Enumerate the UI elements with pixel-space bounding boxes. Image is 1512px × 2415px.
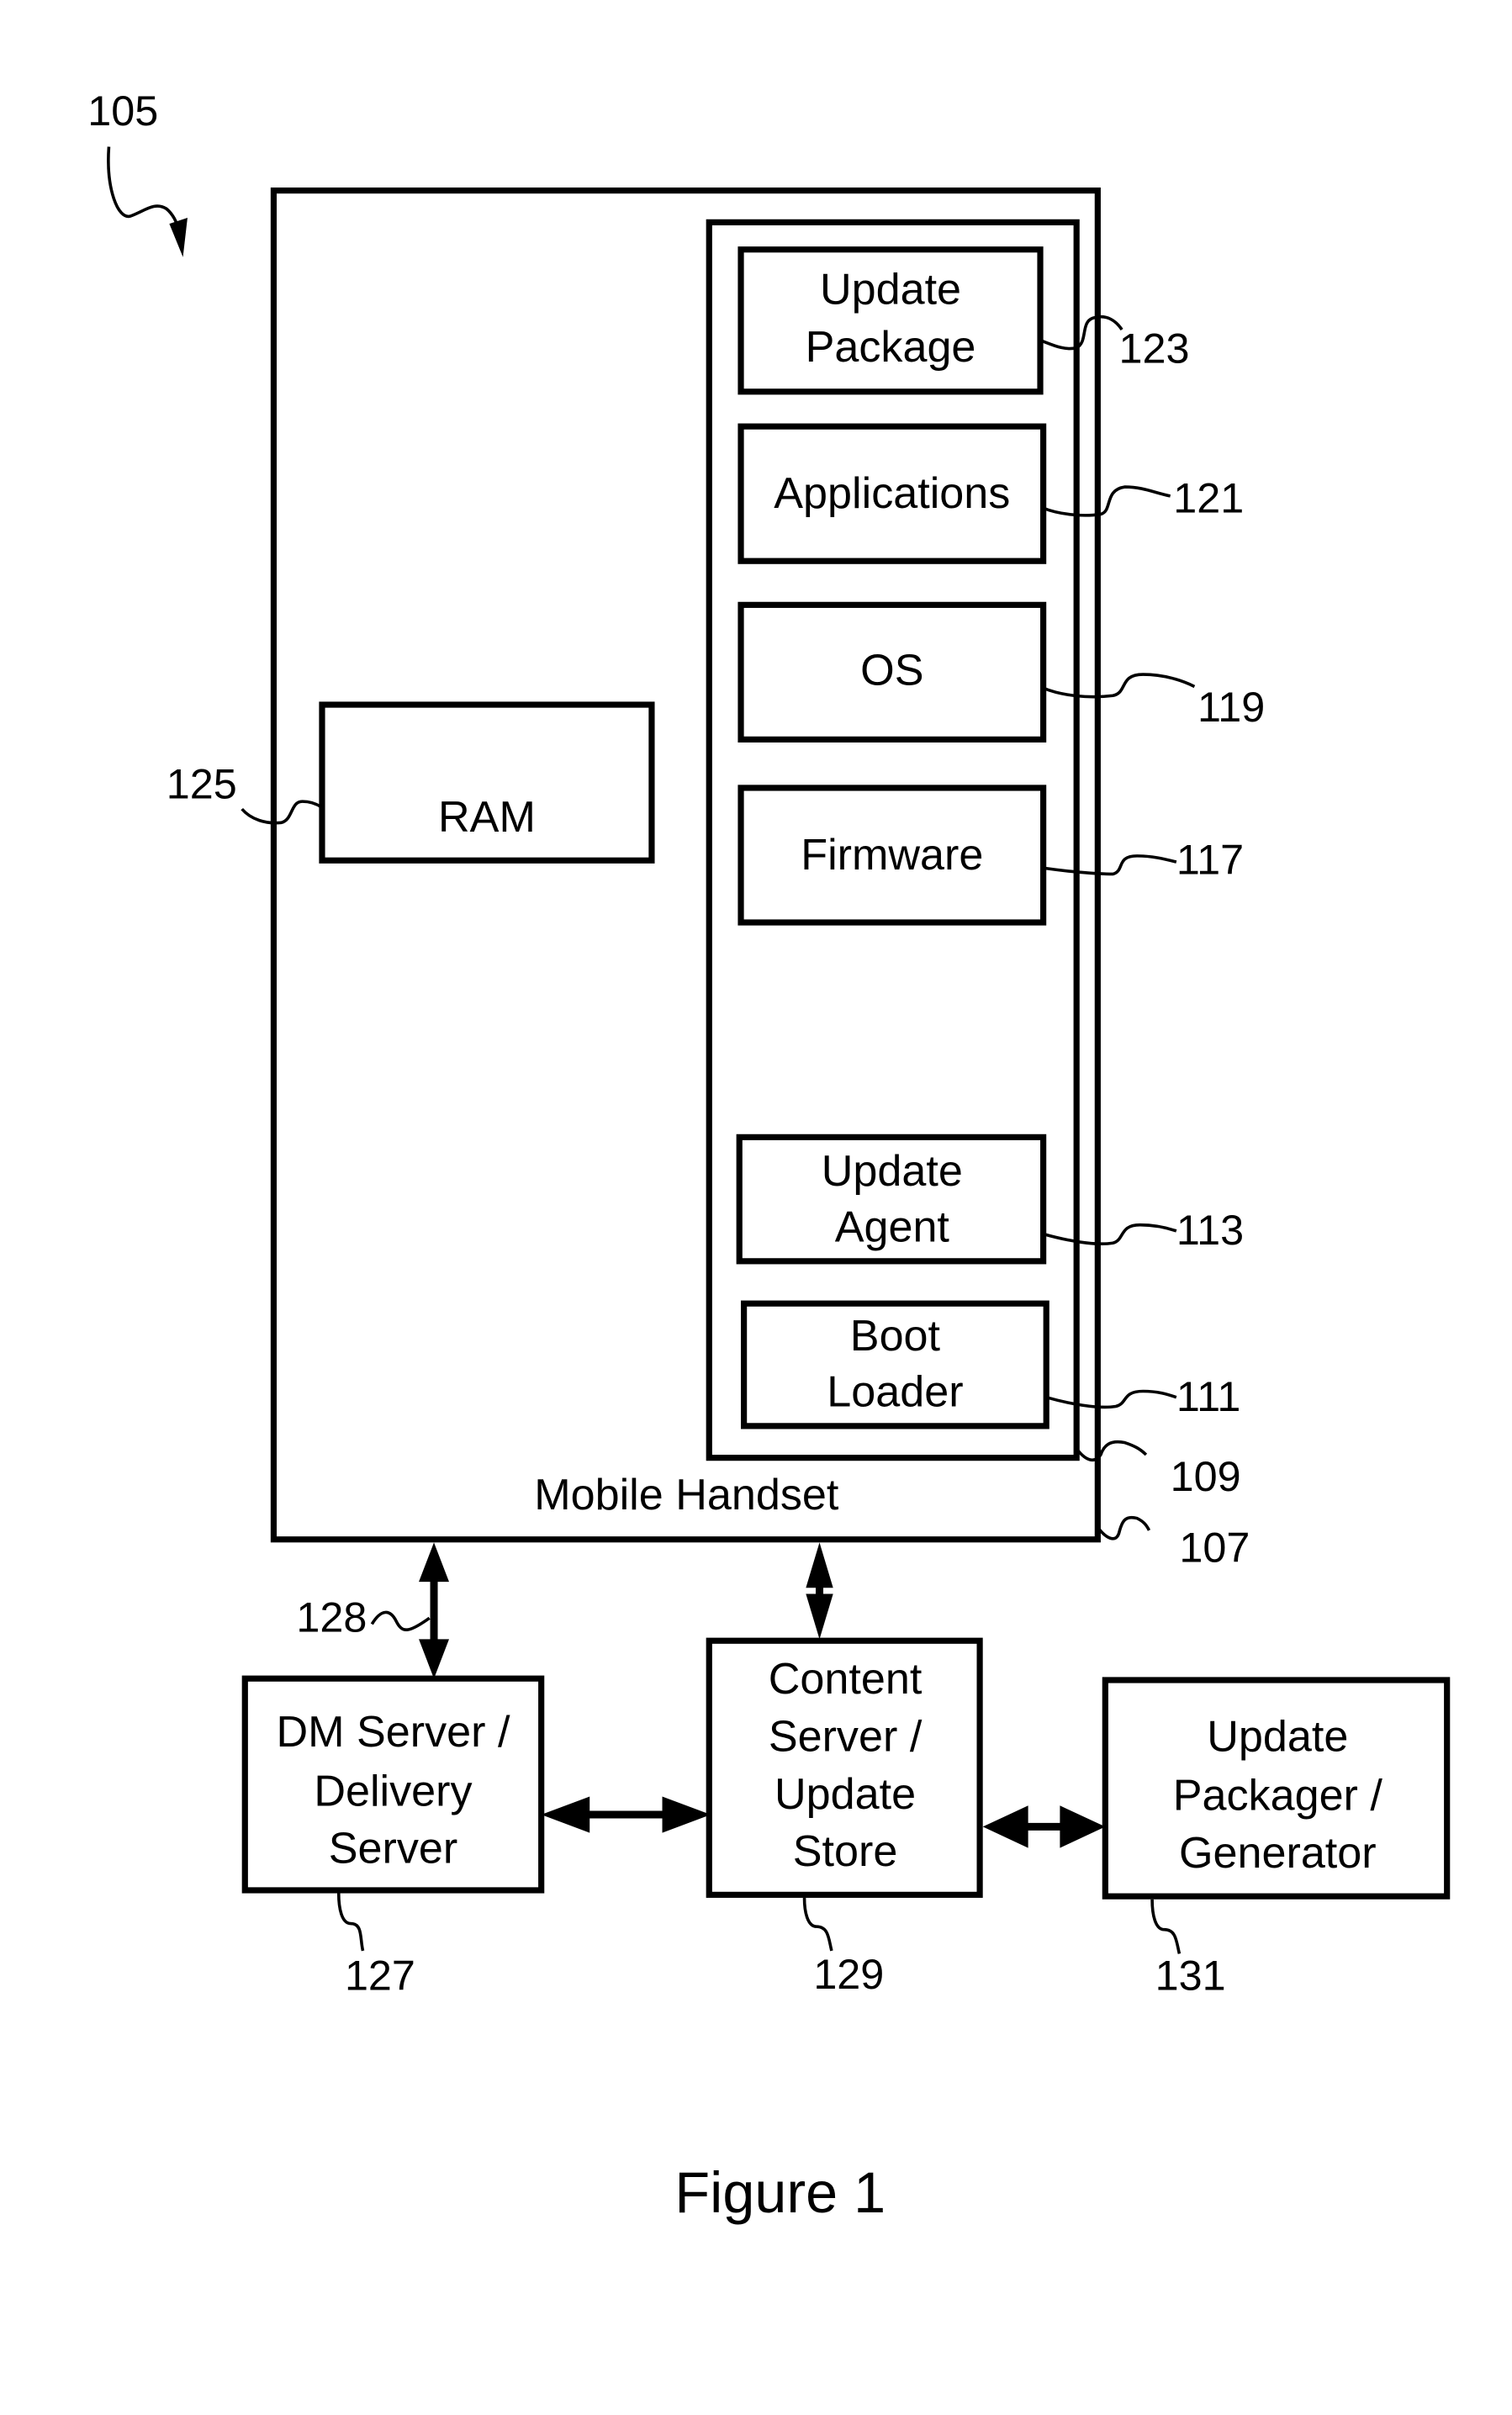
component-label: Package bbox=[806, 323, 976, 372]
link-content-packager bbox=[982, 1805, 1106, 1848]
ref-131: 131 bbox=[1155, 1952, 1226, 2000]
ref-121: 121 bbox=[1173, 474, 1244, 522]
ref-117: 117 bbox=[1176, 835, 1244, 883]
component-label: Applications bbox=[774, 469, 1010, 518]
component-label: Loader bbox=[827, 1367, 963, 1416]
server-dm-delivery: DM Server / Delivery Server 127 bbox=[241, 1675, 545, 2000]
server-label: Content bbox=[769, 1655, 923, 1704]
ref-123: 123 bbox=[1119, 325, 1190, 373]
ref-107-leader bbox=[1096, 1515, 1151, 1540]
server-label: Store bbox=[793, 1827, 898, 1876]
ref-127: 127 bbox=[345, 1952, 415, 2000]
component-label: Update bbox=[820, 265, 961, 314]
server-label: Server / bbox=[769, 1713, 923, 1762]
component-os: OS 119 bbox=[737, 601, 1265, 743]
server-label: Update bbox=[775, 1770, 916, 1819]
component-label: Boot bbox=[850, 1312, 941, 1361]
server-label: DM Server / bbox=[276, 1708, 510, 1757]
server-label: Delivery bbox=[314, 1767, 472, 1815]
link-dm-content-server bbox=[541, 1796, 711, 1833]
server-label: Update bbox=[1207, 1713, 1348, 1762]
component-label: OS bbox=[860, 647, 923, 695]
ref-105-leader bbox=[107, 146, 182, 232]
component-firmware: Firmware 117 bbox=[737, 785, 1244, 926]
server-label: Server bbox=[329, 1825, 458, 1873]
component-label: Firmware bbox=[801, 831, 983, 880]
component-boot-loader: Boot Loader 111 bbox=[741, 1300, 1240, 1429]
ref-105: 105 bbox=[87, 87, 158, 135]
component-update-agent: Update Agent 113 bbox=[736, 1134, 1244, 1265]
ram-label: RAM bbox=[438, 793, 536, 842]
ref-128-leader bbox=[370, 1610, 431, 1631]
ref-leader bbox=[336, 1893, 365, 1952]
component-label: Agent bbox=[835, 1202, 950, 1251]
component-update-package: Update Package 123 bbox=[737, 246, 1190, 395]
patent-figure: 105 Mobile Handset 107 109 RAM 125 Updat… bbox=[87, 87, 1451, 2225]
ref-125: 125 bbox=[167, 760, 237, 808]
ref-leader bbox=[802, 1897, 833, 1952]
figure-caption: Figure 1 bbox=[674, 2161, 886, 2225]
link-handset-content-server bbox=[806, 1542, 833, 1640]
ref-leader bbox=[1150, 1899, 1182, 1954]
server-update-packager: Update Packager / Generator 131 bbox=[1102, 1677, 1451, 2000]
mobile-handset-label: Mobile Handset bbox=[534, 1471, 839, 1519]
component-applications: Applications 121 bbox=[737, 423, 1244, 564]
link-handset-dm-server bbox=[419, 1542, 450, 1679]
component-label: Update bbox=[822, 1147, 963, 1196]
ref-109: 109 bbox=[1171, 1452, 1241, 1500]
ref-113: 113 bbox=[1176, 1206, 1244, 1254]
ref-119: 119 bbox=[1197, 683, 1265, 731]
server-label: Packager / bbox=[1173, 1772, 1383, 1820]
server-label: Generator bbox=[1179, 1829, 1377, 1878]
ref-128: 128 bbox=[296, 1593, 367, 1641]
server-content-update-store: Content Server / Update Store 129 bbox=[706, 1637, 983, 1998]
ref-107: 107 bbox=[1179, 1524, 1250, 1572]
ref-129: 129 bbox=[813, 1950, 884, 1998]
ref-105-arrowhead bbox=[169, 217, 188, 257]
ref-111: 111 bbox=[1176, 1372, 1240, 1420]
